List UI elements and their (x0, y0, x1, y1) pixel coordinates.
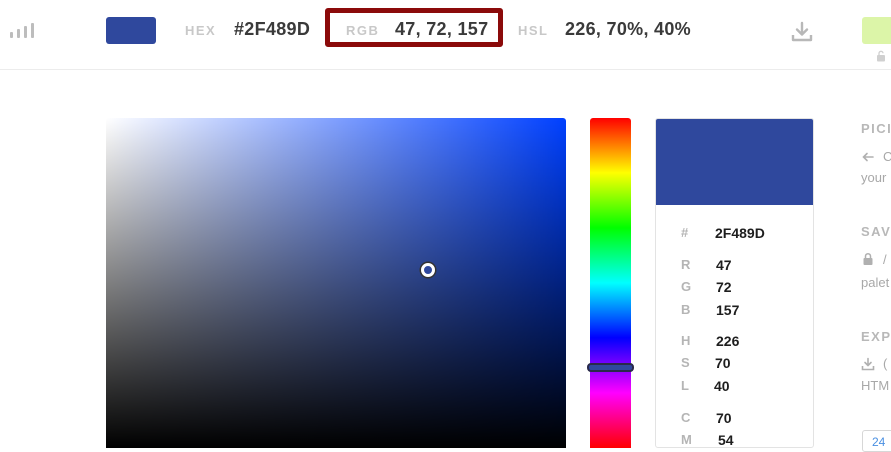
export-size-input[interactable]: 24 (862, 430, 891, 452)
save-heading: SAV (861, 224, 891, 239)
rgb-value[interactable]: 47, 72, 157 (395, 19, 488, 40)
magenta-key: M (681, 432, 692, 447)
hue-slider-handle[interactable] (587, 363, 634, 372)
picker-hint-line2: your (861, 170, 887, 185)
hue-value[interactable]: 226 (716, 333, 739, 349)
export-heading: EXP (861, 329, 891, 344)
hex-value[interactable]: #2F489D (234, 19, 310, 40)
saturation-brightness-picker[interactable] (106, 118, 566, 448)
blue-key: B (681, 302, 691, 317)
save-hint-line1: / (883, 252, 887, 267)
saturation-value[interactable]: 70 (715, 355, 731, 371)
red-value[interactable]: 47 (716, 257, 732, 273)
hue-slider[interactable] (590, 118, 631, 448)
rgb-label: RGB (346, 23, 380, 38)
save-hint-line2: palet (861, 275, 890, 290)
color-picker-handle[interactable] (421, 263, 435, 277)
export-hint-line1: ( (883, 356, 888, 371)
unlock-icon[interactable] (876, 50, 886, 62)
magenta-value[interactable]: 54 (718, 432, 734, 447)
cyan-value[interactable]: 70 (716, 410, 732, 426)
export-hint-line2: HTM (861, 378, 890, 393)
color-preview-swatch (656, 119, 813, 205)
color-info-card: # 2F489D R 47 G 72 B 157 H 226 S 70 L 40… (655, 118, 814, 448)
cyan-key: C (681, 410, 691, 425)
blue-value[interactable]: 157 (716, 302, 739, 318)
download-icon[interactable] (790, 20, 814, 44)
current-color-swatch[interactable] (106, 17, 156, 44)
hex-code-value[interactable]: 2F489D (715, 225, 765, 241)
saturation-key: S (681, 355, 690, 370)
download-small-icon (861, 357, 875, 371)
bar-chart-icon[interactable] (10, 22, 36, 38)
hsl-value[interactable]: 226, 70%, 40% (565, 19, 691, 40)
hex-label: HEX (185, 23, 217, 38)
hex-key: # (681, 225, 689, 240)
hsl-label: HSL (518, 23, 549, 38)
top-color-bar: HEX #2F489D RGB 47, 72, 157 HSL 226, 70%… (0, 0, 891, 70)
arrow-left-icon (862, 152, 874, 162)
green-value[interactable]: 72 (716, 279, 732, 295)
lightness-value[interactable]: 40 (714, 378, 730, 394)
lock-icon (863, 252, 873, 265)
picker-hint-line1: C (883, 149, 891, 164)
next-color-swatch[interactable] (862, 17, 891, 44)
red-key: R (681, 257, 691, 272)
hue-key: H (681, 333, 691, 348)
lightness-key: L (681, 378, 689, 393)
picker-heading: PICI (861, 121, 891, 136)
green-key: G (681, 279, 692, 294)
